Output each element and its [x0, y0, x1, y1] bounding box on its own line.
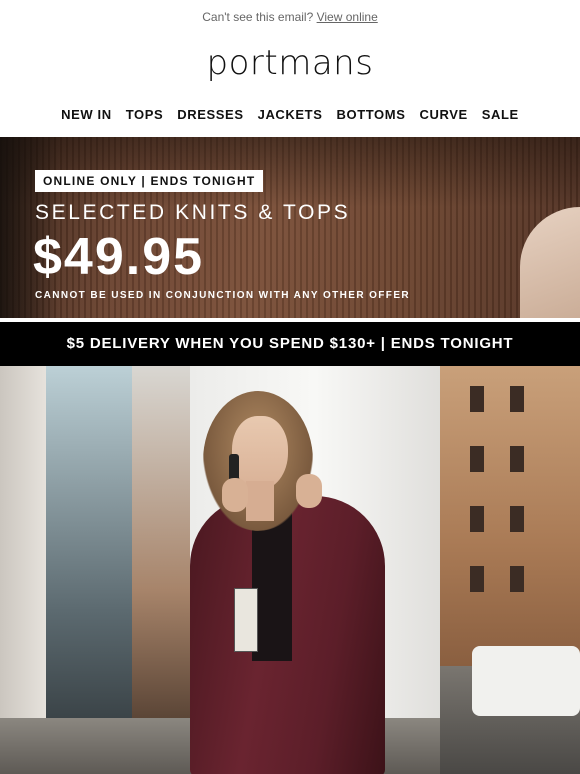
notebook: [234, 588, 258, 652]
building-window: [510, 386, 524, 412]
nav-item-sale[interactable]: SALE: [482, 107, 519, 122]
promo-fineprint: CANNOT BE USED IN CONJUNCTION WITH ANY O…: [35, 290, 411, 301]
promo-price: $49.95: [33, 228, 205, 286]
model-neck: [246, 481, 274, 521]
building-window: [470, 566, 484, 592]
view-online-link[interactable]: View online: [317, 10, 378, 24]
sandstone-building: [440, 366, 580, 666]
building-window: [510, 446, 524, 472]
black-top: [252, 511, 292, 661]
main-nav: NEW IN TOPS DRESSES JACKETS BOTTOMS CURV…: [0, 92, 580, 136]
building-window: [510, 566, 524, 592]
right-hand: [296, 474, 322, 508]
building-window: [470, 386, 484, 412]
view-online-bar: Can't see this email? View online: [0, 0, 580, 34]
nav-item-bottoms[interactable]: BOTTOMS: [337, 107, 406, 122]
cant-see-email-text: Can't see this email?: [202, 10, 314, 24]
white-ute: [472, 646, 580, 716]
building-window: [470, 506, 484, 532]
nav-item-dresses[interactable]: DRESSES: [177, 107, 243, 122]
glass-facade: [46, 366, 132, 774]
left-hand: [222, 478, 248, 512]
stone-pillar: [0, 366, 46, 774]
promo-title: SELECTED KNITS & TOPS: [35, 201, 351, 224]
nav-item-jackets[interactable]: JACKETS: [258, 107, 323, 122]
model-street-photo[interactable]: [0, 366, 580, 774]
knits-promo-hero[interactable]: ONLINE ONLY | ENDS TONIGHT SELECTED KNIT…: [0, 137, 580, 318]
online-only-badge: ONLINE ONLY | ENDS TONIGHT: [35, 170, 264, 192]
nav-item-curve[interactable]: CURVE: [419, 107, 467, 122]
nav-item-tops[interactable]: TOPS: [126, 107, 164, 122]
building-window: [470, 446, 484, 472]
portmans-logo[interactable]: portmans: [0, 34, 580, 92]
nav-item-new-in[interactable]: NEW IN: [61, 107, 112, 122]
shopfront-window: [132, 366, 190, 774]
building-window: [510, 506, 524, 532]
delivery-banner[interactable]: $5 DELIVERY WHEN YOU SPEND $130+ | ENDS …: [0, 322, 580, 366]
